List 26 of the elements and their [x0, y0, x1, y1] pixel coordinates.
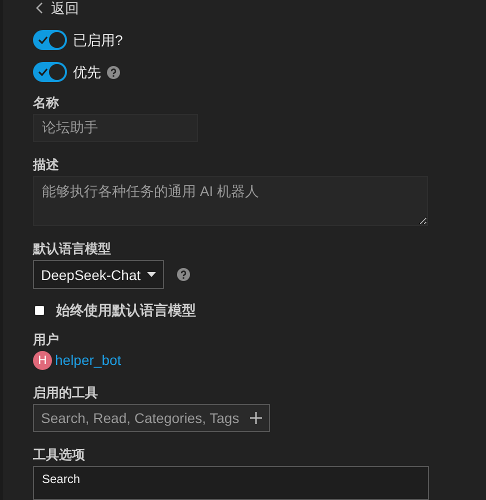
back-link[interactable]: 返回 — [35, 0, 79, 16]
check-icon — [38, 68, 48, 76]
field-label: 默认语言模型 — [33, 242, 111, 256]
check-icon — [38, 36, 48, 44]
field-label: 名称 — [33, 96, 59, 110]
field-label: 工具选项 — [33, 448, 85, 462]
caret-icon — [146, 272, 156, 277]
plus-icon — [250, 412, 262, 424]
toggle-label: 已启用? — [73, 31, 123, 50]
toggle-switch[interactable] — [33, 62, 67, 82]
checkbox-label: 始终使用默认语言模型 — [56, 303, 196, 317]
toggle-switch[interactable] — [33, 30, 67, 50]
help-icon — [176, 268, 190, 281]
tool-option-title: Search — [42, 472, 82, 486]
tools-field[interactable]: Search, Read, Categories, Tags — [33, 404, 270, 432]
name-field[interactable]: 论坛助手 — [33, 114, 198, 142]
toggle-label: 优先 — [73, 63, 101, 82]
model-dropdown[interactable]: DeepSeek-Chat — [33, 260, 164, 289]
field-label: 启用的工具 — [33, 386, 98, 400]
chevron-left-icon — [35, 2, 43, 14]
username-link[interactable]: helper_bot — [55, 351, 122, 370]
user-avatar: H — [33, 351, 52, 370]
field-label: 描述 — [33, 158, 59, 172]
checkbox[interactable] — [35, 306, 44, 314]
description-field[interactable]: 能够执行各种任务的通用 AI 机器人 — [33, 176, 428, 226]
field-label: 用户 — [33, 333, 59, 347]
